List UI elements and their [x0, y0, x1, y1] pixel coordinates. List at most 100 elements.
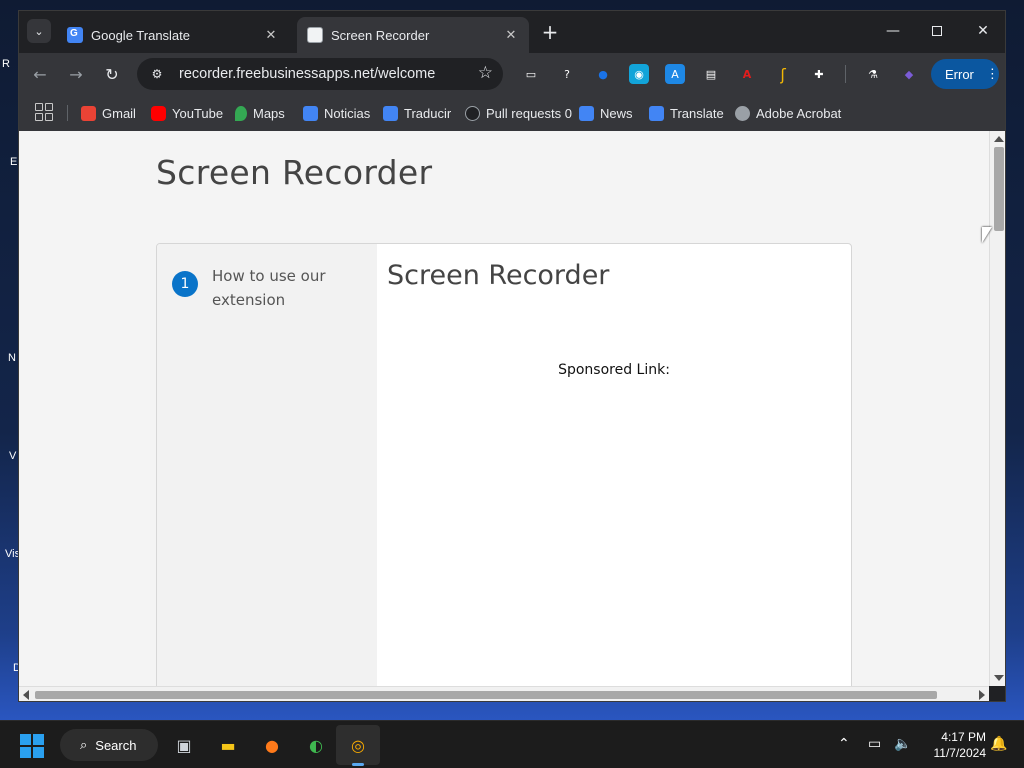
avatar-glyph: ◆ [904, 67, 914, 81]
desktop-icon-label[interactable]: E [10, 156, 17, 168]
page-title: Screen Recorder [156, 153, 433, 192]
bookmarks-divider [67, 105, 68, 121]
site-info-icon[interactable]: ⚙ [145, 62, 169, 86]
volume-muted-icon[interactable]: 🔈 [894, 736, 911, 752]
desktop-icon-label[interactable]: V [9, 450, 16, 462]
url-text[interactable]: recorder.freebusinessapps.net/welcome [179, 66, 435, 82]
flask-icon[interactable]: ⚗ [863, 64, 883, 84]
tab-search-button[interactable]: ⌄ [27, 19, 51, 43]
bookmark-pull-requests[interactable]: Pull requests 0 [465, 102, 572, 124]
toolbar-divider [845, 65, 846, 83]
arrow-left-icon: ← [33, 64, 47, 84]
printer-icon[interactable]: ▤ [701, 64, 721, 84]
gmail-icon [81, 105, 96, 121]
active-app-indicator [352, 763, 364, 766]
chrome-icon[interactable]: ◎ [344, 731, 372, 759]
document-icon [307, 27, 323, 43]
camera-icon[interactable]: ◉ [629, 64, 649, 84]
puzzle-icon[interactable]: ✚ [809, 64, 829, 84]
scroll-left-icon[interactable] [23, 690, 29, 700]
printer-glyph: ▤ [705, 67, 717, 81]
tab-google-translate[interactable]: Google Translate ✕ [57, 17, 289, 53]
apps-grid-icon[interactable] [35, 103, 53, 121]
help-glyph: ? [564, 67, 570, 81]
search-label: Search [95, 737, 137, 753]
step-number-badge: 1 [172, 271, 198, 297]
more-vertical-icon: ⋮ [985, 66, 999, 81]
instructions-card: 1 How to use our extension Screen Record… [156, 243, 852, 686]
mouse-cursor-icon [982, 227, 992, 243]
taskbar: ⌕ Search ▣ ▬ ● ◐ ◎ ⌃ ▭ 🔈 4:17 PM 11/7/20… [0, 720, 1024, 768]
tab-title: Google Translate [91, 27, 191, 43]
bookmark-traducir[interactable]: Traducir [383, 102, 451, 124]
flask-glyph: ⚗ [868, 67, 878, 81]
bookmark-noticias[interactable]: Noticias [303, 102, 370, 124]
profile-avatar-icon[interactable]: ◆ [899, 64, 919, 84]
notification-bell-icon[interactable]: 🔔 [990, 736, 1007, 752]
desktop-icon-label[interactable]: R [2, 58, 10, 70]
chevron-down-icon: ⌄ [34, 24, 44, 38]
search-icon: ⌕ [80, 737, 88, 752]
maps-icon [235, 105, 247, 121]
bookmark-maps[interactable]: Maps [235, 102, 285, 124]
back-button[interactable]: ← [27, 61, 53, 87]
task-view-icon[interactable]: ▣ [170, 731, 198, 759]
address-bar[interactable]: ⚙ recorder.freebusinessapps.net/welcome … [137, 58, 503, 90]
scroll-right-icon[interactable] [979, 690, 985, 700]
acrobat-icon[interactable]: A [737, 64, 757, 84]
browser-toolbar: ← → ↻ ⚙ recorder.freebusinessapps.net/we… [19, 53, 1005, 95]
taskbar-search[interactable]: ⌕ Search [60, 729, 158, 761]
bookmark-news[interactable]: News [579, 102, 633, 124]
arrow-right-icon: → [69, 64, 83, 84]
app-icon[interactable]: ◐ [302, 731, 330, 759]
taskbar-clock[interactable]: 4:17 PM 11/7/2024 [918, 729, 987, 761]
brush-glyph: ʃ [780, 64, 786, 84]
scrollbar-thumb[interactable] [994, 147, 1004, 231]
maximize-button[interactable] [915, 17, 959, 45]
camera-glyph: ◉ [634, 67, 644, 81]
recorder-glyph: ● [598, 67, 608, 81]
minimize-button[interactable]: — [871, 17, 915, 45]
help-circle-icon[interactable]: ? [557, 64, 577, 84]
desktop-icon-label[interactable]: N [8, 352, 16, 364]
reload-button[interactable]: ↻ [99, 61, 125, 87]
reload-icon: ↻ [105, 64, 119, 84]
profile-error-button[interactable]: Error ⋮ [931, 59, 999, 89]
bookmark-youtube[interactable]: YouTube [151, 102, 223, 124]
step-item[interactable]: 1 How to use our extension [172, 264, 342, 312]
chevron-up-icon[interactable]: ⌃ [838, 736, 850, 752]
close-window-button[interactable]: ✕ [961, 17, 1005, 45]
firefox-icon[interactable]: ● [258, 731, 286, 759]
bookmark-label: Traducir [404, 105, 452, 121]
steps-sidebar: 1 How to use our extension [157, 244, 377, 686]
bookmark-adobe-acrobat[interactable]: Adobe Acrobat [735, 102, 841, 124]
forward-button[interactable]: → [63, 61, 89, 87]
tab-manager-icon[interactable]: ▭ [521, 64, 541, 84]
bookmark-label: Gmail [102, 105, 136, 121]
close-icon[interactable]: ✕ [263, 27, 279, 43]
translate-glyph: A [671, 67, 679, 81]
google-translate-icon [579, 105, 594, 121]
translate-ext-icon[interactable]: A [665, 64, 685, 84]
github-icon [465, 105, 480, 121]
clock-date: 11/7/2024 [933, 746, 987, 760]
step-label[interactable]: How to use our extension [212, 264, 342, 312]
screen-recorder-icon[interactable]: ● [593, 64, 613, 84]
tab-title: Screen Recorder [331, 27, 430, 43]
horizontal-scrollbar[interactable] [19, 686, 989, 701]
new-tab-button[interactable]: + [539, 20, 561, 44]
brush-icon[interactable]: ʃ [773, 64, 793, 84]
tab-screen-recorder[interactable]: Screen Recorder ✕ [297, 17, 529, 53]
scroll-up-icon[interactable] [994, 136, 1004, 142]
close-icon[interactable]: ✕ [503, 27, 519, 43]
network-icon[interactable]: ▭ [868, 736, 881, 752]
file-explorer-icon[interactable]: ▬ [214, 731, 242, 759]
bookmark-gmail[interactable]: Gmail [81, 102, 136, 124]
scrollbar-thumb[interactable] [35, 691, 937, 699]
bookmark-translate[interactable]: Translate [649, 102, 724, 124]
bookmark-star-icon[interactable]: ☆ [478, 63, 493, 83]
start-button[interactable] [20, 734, 44, 758]
vertical-scrollbar[interactable] [989, 131, 1005, 686]
scroll-down-icon[interactable] [994, 675, 1004, 681]
google-translate-icon [383, 105, 398, 121]
